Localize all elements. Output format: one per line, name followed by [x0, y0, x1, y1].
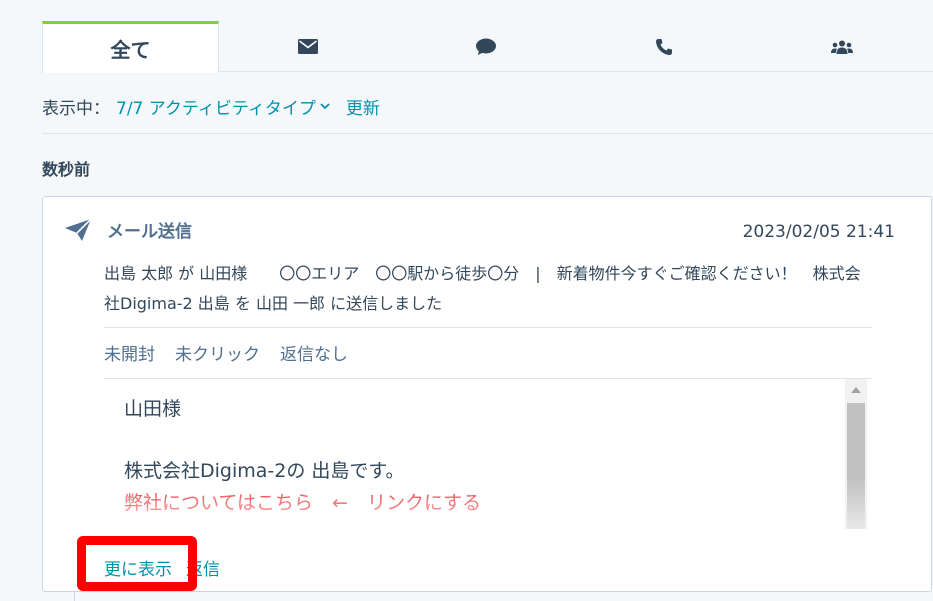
scroll-up-arrow-icon[interactable]: [851, 387, 861, 393]
divider: [104, 327, 872, 328]
activity-description: 出島 太郎 が 山田様 〇〇エリア 〇〇駅から徒歩〇分 | 新着物件今すぐご確認…: [104, 264, 861, 313]
phone-icon: [656, 38, 672, 55]
chevron-down-icon: [320, 102, 330, 109]
scroll-thumb[interactable]: [847, 403, 865, 529]
email-intro: 株式会社Digima-2の 出島です。: [124, 460, 405, 482]
timeline-line: [74, 592, 75, 601]
divider: [42, 133, 933, 134]
chat-bubble-icon: [476, 38, 496, 55]
timeline-section-title: 数秒前: [42, 160, 91, 179]
email-activity-card: メール送信 2023/02/05 21:41 出島 太郎 が 山田様 〇〇エリア…: [42, 196, 932, 592]
preview-fade: [104, 493, 844, 529]
email-greeting: 山田様: [124, 398, 182, 420]
envelope-icon: [298, 39, 318, 54]
email-body-preview[interactable]: 山田様 株式会社Digima-2の 出島です。 弊社についてはこちら ← リンク…: [104, 379, 867, 529]
reply-link[interactable]: 返信: [186, 555, 220, 580]
filter-label: 表示中：: [42, 98, 110, 119]
status-unclicked: 未クリック: [175, 345, 260, 365]
activity-timestamp: 2023/02/05 21:41: [742, 222, 895, 242]
activity-tabs: 全て: [42, 21, 933, 73]
send-icon: [65, 218, 91, 241]
tab-email[interactable]: [219, 21, 397, 72]
status-unopened: 未開封: [104, 345, 155, 365]
activity-type: メール送信: [107, 222, 192, 242]
tab-chat[interactable]: [397, 21, 575, 72]
people-icon: [831, 40, 853, 54]
status-no-reply: 返信なし: [280, 345, 348, 365]
activity-type-dropdown[interactable]: 7/7 アクティビティタイプ: [116, 94, 330, 119]
activity-header: メール送信: [65, 217, 192, 242]
refresh-link[interactable]: 更新: [346, 94, 380, 119]
tab-all-label: 全て: [110, 38, 151, 62]
tab-all[interactable]: 全て: [42, 21, 219, 73]
activity-type-value: 7/7 アクティビティタイプ: [116, 98, 316, 119]
email-statuses: 未開封 未クリック 返信なし: [104, 340, 368, 365]
tab-call[interactable]: [575, 21, 753, 72]
activity-actions: 更に表示 返信: [104, 555, 220, 580]
tab-meeting[interactable]: [753, 21, 931, 72]
show-more-link[interactable]: 更に表示: [104, 555, 172, 580]
activity-filter: 表示中： 7/7 アクティビティタイプ 更新: [42, 94, 380, 119]
email-preview-scrollbar[interactable]: [845, 379, 867, 529]
